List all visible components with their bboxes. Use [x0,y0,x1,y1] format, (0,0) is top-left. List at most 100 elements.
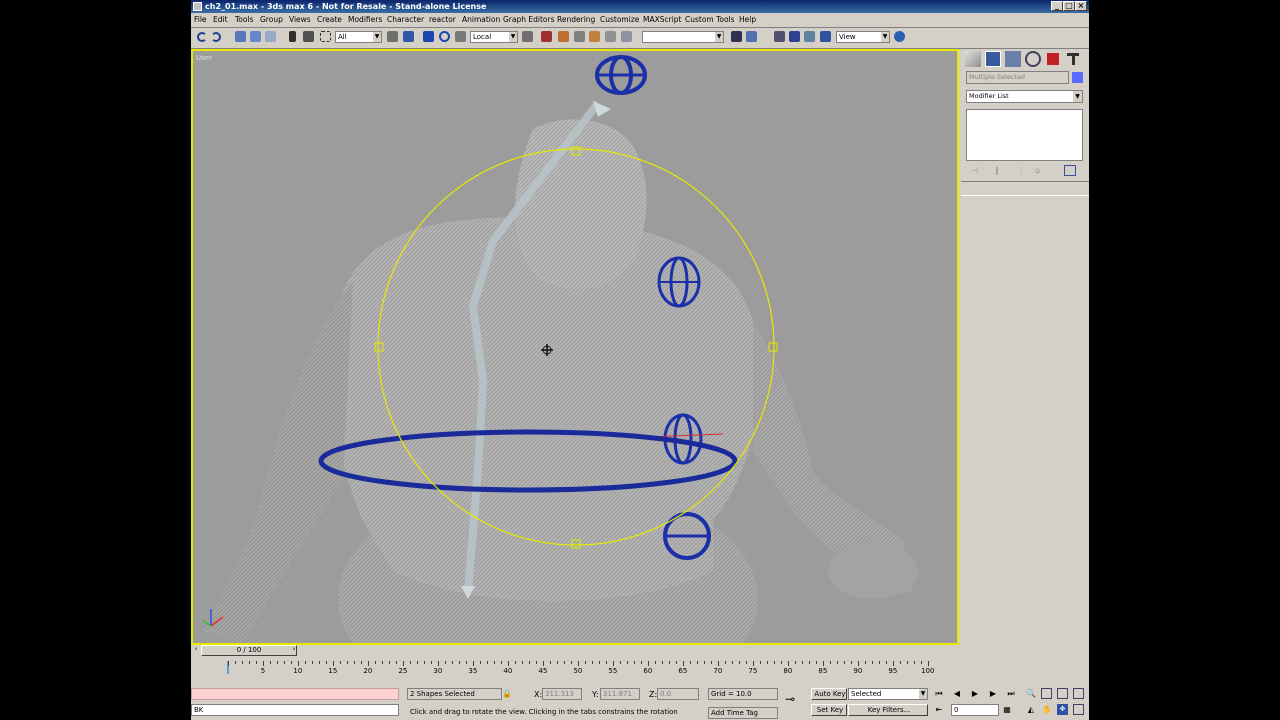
select-and-rotate-icon[interactable] [439,31,450,42]
time-slider[interactable]: ‹ 0 / 100 › [191,645,959,657]
menu-custom-tools[interactable]: Custom Tools [685,15,735,24]
menu-graph-editors[interactable]: Graph Editors [503,15,555,24]
object-color-swatch[interactable] [1072,72,1083,83]
arc-rotate-icon[interactable]: ✥ [1057,704,1068,715]
edit-named-selections-icon[interactable] [621,31,632,42]
object-name-field[interactable]: Multiple Selected [966,71,1069,84]
y-coord-field[interactable]: 311.871 [600,688,640,700]
key-mode-dropdown[interactable]: Selected ▼ [848,688,928,700]
selection-filter-dropdown[interactable]: All ▼ [335,31,382,43]
mirror-icon[interactable] [731,31,742,42]
percent-snap-icon[interactable] [589,31,600,42]
set-key-mode-icon[interactable]: ⊸ [785,692,801,706]
menu-animation[interactable]: Animation [462,15,500,24]
make-unique-icon[interactable]: ⋮ [1017,166,1027,176]
menu-group[interactable]: Group [260,15,283,24]
align-icon[interactable] [746,31,757,42]
prev-frame-icon[interactable]: ‹ [191,645,201,656]
zoom-icon[interactable]: 🔍 [1025,688,1037,700]
remove-modifier-icon[interactable]: ⌂ [1035,166,1045,176]
zoom-extents-icon[interactable] [1057,688,1068,699]
lock-selection-icon[interactable]: 🔒 [502,689,512,699]
add-time-tag-button[interactable]: Add Time Tag [708,707,778,719]
menu-reactor[interactable]: reactor [429,15,456,24]
menu-edit[interactable]: Edit [213,15,228,24]
hierarchy-tab-icon[interactable] [1005,51,1021,67]
key-filters-button[interactable]: Key Filters... [848,704,928,716]
unlink-selection-icon[interactable] [250,31,261,42]
rectangular-selection-icon[interactable] [320,31,331,42]
maximize-viewport-icon[interactable] [1073,704,1084,715]
menu-create[interactable]: Create [317,15,342,24]
select-by-region-icon[interactable] [387,31,398,42]
modifier-stack[interactable] [966,109,1083,161]
next-frame-icon[interactable]: › [289,645,299,656]
select-object-icon[interactable] [289,31,296,42]
spinner-snap-icon[interactable] [605,31,616,42]
key-mode-toggle-icon[interactable]: ⇤ [933,704,945,716]
set-key-button[interactable]: Set Key [811,704,847,716]
redo-icon[interactable] [211,32,221,42]
use-pivot-center-icon[interactable] [522,31,533,42]
time-configuration-icon[interactable]: ▦ [1001,704,1013,716]
character-mesh[interactable] [203,119,918,643]
menu-file[interactable]: File [194,15,207,24]
select-and-manipulate-icon[interactable] [541,31,552,42]
head-controller[interactable] [595,55,647,95]
modify-tab-icon[interactable] [985,51,1001,67]
menu-views[interactable]: Views [289,15,311,24]
bind-to-space-warp-icon[interactable] [265,31,276,42]
show-end-result-icon[interactable]: ‖ [995,166,1005,176]
time-slider-thumb[interactable]: 0 / 100 [201,645,297,656]
zoom-extents-all-icon[interactable] [1073,688,1084,699]
menu-tools[interactable]: Tools [235,15,253,24]
play-icon[interactable]: ▶ [969,688,981,700]
display-tab-icon[interactable] [1045,51,1061,67]
select-by-name-icon[interactable] [303,31,314,42]
maxscript-output[interactable]: BK [191,704,399,716]
menu-rendering[interactable]: Rendering [557,15,595,24]
angle-snap-icon[interactable] [574,31,585,42]
select-and-move-icon[interactable] [423,31,434,42]
window-crossing-icon[interactable] [403,31,414,42]
menu-maxscript[interactable]: MAXScript [643,15,682,24]
z-coord-field[interactable]: 0.0 [657,688,699,700]
menu-modifiers[interactable]: Modifiers [348,15,382,24]
select-and-link-icon[interactable] [235,31,246,42]
go-to-start-icon[interactable]: ⏮ [933,688,945,700]
x-coord-field[interactable]: 311.313 [542,688,582,700]
render-type-dropdown[interactable]: View ▼ [836,31,890,43]
current-frame-field[interactable]: 0 [951,704,999,716]
configure-modifier-sets-icon[interactable] [1064,165,1076,176]
pin-stack-icon[interactable]: ⊣ [971,166,981,176]
snaps-toggle-icon[interactable] [558,31,569,42]
menu-help[interactable]: Help [739,15,756,24]
schematic-view-icon[interactable] [789,31,800,42]
maxscript-listener[interactable] [191,688,399,700]
track-bar[interactable]: 5 10 15 20 25 30 35 40 45 50 55 60 65 70 75 80 85 90 95 100 [191,658,959,680]
previous-key-icon[interactable]: ◀ [951,688,963,700]
zoom-all-icon[interactable] [1041,688,1052,699]
utilities-tab-icon[interactable] [1065,51,1081,67]
material-editor-icon[interactable] [804,31,815,42]
maximize-button[interactable]: □ [1063,1,1075,11]
undo-icon[interactable] [197,32,207,42]
field-of-view-icon[interactable]: ◭ [1025,704,1037,716]
named-selection-sets-dropdown[interactable]: ▼ [642,31,724,43]
menu-character[interactable]: Character [387,15,424,24]
select-and-scale-icon[interactable] [455,31,466,42]
perspective-viewport[interactable]: User [191,49,959,645]
quick-render-icon[interactable] [894,31,905,42]
track-view-icon[interactable] [774,31,785,42]
ref-coord-dropdown[interactable]: Local ▼ [470,31,518,43]
go-to-end-icon[interactable]: ⏭ [1005,688,1017,700]
menu-customize[interactable]: Customize [600,15,639,24]
render-scene-icon[interactable] [820,31,831,42]
modifier-list-dropdown[interactable]: Modifier List ▼ [966,90,1083,103]
close-button[interactable]: × [1075,1,1087,11]
motion-tab-icon[interactable] [1025,51,1041,67]
pan-icon[interactable]: ✋ [1041,704,1053,716]
create-tab-icon[interactable] [965,51,981,67]
next-key-icon[interactable]: ▶ [987,688,999,700]
minimize-button[interactable]: _ [1051,1,1063,11]
